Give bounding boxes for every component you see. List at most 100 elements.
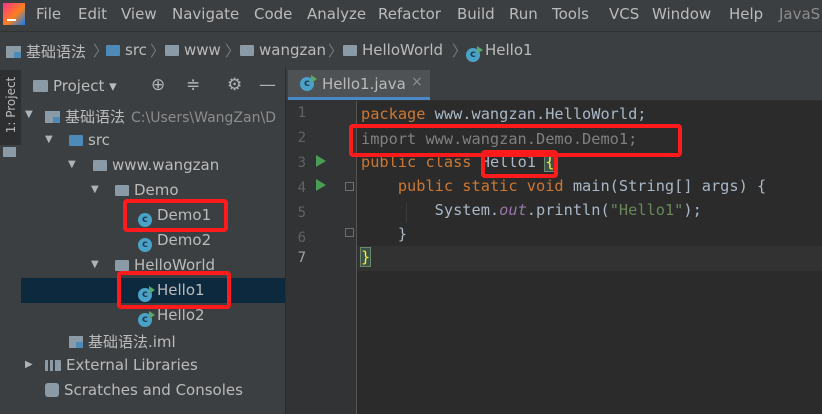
project-view-selector[interactable]: Project ▾	[33, 77, 117, 95]
chevron-right-icon: 〉	[225, 42, 241, 60]
code-text: );	[683, 201, 702, 219]
menu-tools[interactable]: Tools	[552, 5, 589, 23]
locate-file-icon[interactable]: ⊕	[151, 75, 165, 95]
tree-item-label: Demo	[134, 181, 179, 199]
current-line-highlight	[357, 246, 822, 271]
breadcrumb-label: wangzan	[259, 41, 327, 59]
chevron-down-icon: ▾	[109, 77, 117, 95]
tab-label: Hello1.java	[322, 75, 406, 93]
menu-help[interactable]: Help	[729, 5, 763, 23]
tree-item-content: Demo	[115, 181, 179, 199]
project-tool-window-tab[interactable]: 1: Project	[0, 70, 21, 145]
tree-item-label: 基础语法.iml	[88, 333, 176, 351]
tree-item-content: Scratches and Consoles	[45, 381, 243, 399]
expanded-arrow-icon[interactable]: ▼	[25, 109, 33, 120]
libraries-icon	[45, 360, 61, 371]
module-icon	[6, 46, 21, 58]
breadcrumb-item-hello1[interactable]: c Hello1	[466, 41, 533, 62]
source-folder-icon	[69, 135, 83, 146]
tree-item-scratches[interactable]: Scratches and Consoles	[21, 378, 285, 403]
close-icon[interactable]: ×	[411, 74, 423, 90]
window-title-overflow: JavaS	[779, 5, 821, 23]
collapse-all-icon[interactable]: ≑	[186, 75, 200, 95]
line-number: 2	[297, 130, 306, 146]
expanded-arrow-icon[interactable]: ▼	[91, 184, 99, 195]
menu-bar: File Edit View Navigate Code Analyze Ref…	[0, 0, 822, 31]
code-line-5: System.out.println("Hello1");	[361, 201, 702, 219]
line-number: 4	[297, 180, 306, 196]
menu-build[interactable]: Build	[457, 5, 495, 23]
annotation-box-demo1	[123, 199, 228, 232]
tab-hello1-java[interactable]: c Hello1.java ×	[288, 70, 430, 100]
tree-item-external-libraries[interactable]: ▶ External Libraries	[21, 353, 285, 378]
line-number: 5	[297, 205, 306, 221]
menu-file[interactable]: File	[36, 5, 61, 23]
run-class-icon[interactable]	[316, 155, 326, 167]
tree-item-content: c Hello2	[138, 306, 205, 327]
menu-navigate[interactable]: Navigate	[172, 5, 239, 23]
menu-view[interactable]: View	[121, 5, 157, 23]
breadcrumb-item-www[interactable]: www	[165, 41, 221, 59]
tree-item-iml[interactable]: 基础语法.iml	[21, 328, 285, 353]
module-icon	[45, 111, 60, 123]
scratches-icon	[45, 383, 59, 397]
collapsed-arrow-icon[interactable]: ▶	[25, 359, 33, 370]
hide-panel-icon[interactable]: —	[259, 75, 276, 95]
tree-item-label: Scratches and Consoles	[64, 381, 243, 399]
tree-item-module[interactable]: ▼ 基础语法 C:\Users\WangZan\D	[21, 103, 285, 128]
expanded-arrow-icon[interactable]: ▼	[68, 159, 76, 170]
keyword: public static void	[397, 177, 564, 195]
line-number: 3	[297, 155, 306, 171]
tree-item-www-wangzan[interactable]: ▼ www.wangzan	[21, 153, 285, 178]
module-path: C:\Users\WangZan\D	[131, 110, 276, 126]
code-text: .println(	[526, 201, 610, 219]
class-icon: c	[138, 238, 152, 252]
breadcrumb-label: HelloWorld	[362, 41, 444, 59]
project-tab-label: 1: Project	[4, 76, 18, 134]
gear-icon[interactable]: ⚙	[227, 75, 242, 95]
package-icon	[240, 45, 254, 56]
project-panel-header: Project ▾ ⊕ ≑ ⚙ —	[21, 70, 285, 102]
project-title: Project	[53, 77, 105, 95]
tree-item-content: 基础语法 C:\Users\WangZan\D	[45, 106, 276, 127]
line-number: 7	[297, 250, 306, 266]
chevron-right-icon: 〉	[452, 42, 468, 60]
tree-item-content: c Demo2	[138, 231, 211, 252]
tree-item-src[interactable]: ▼ src	[21, 128, 285, 153]
menu-refactor[interactable]: Refactor	[378, 5, 441, 23]
string-literal: "Hello1"	[609, 201, 684, 219]
menu-vcs[interactable]: VCS	[609, 5, 639, 23]
tree-item-label: External Libraries	[66, 356, 198, 374]
tree-item-label: www.wangzan	[112, 156, 220, 174]
menu-code[interactable]: Code	[254, 5, 292, 23]
package-icon	[115, 260, 129, 271]
chevron-right-icon: 〉	[150, 42, 166, 60]
tree-item-content: www.wangzan	[93, 156, 219, 174]
menu-analyze[interactable]: Analyze	[307, 5, 366, 23]
breadcrumb-item-helloworld[interactable]: HelloWorld	[343, 41, 443, 59]
breadcrumb-item-wangzan[interactable]: wangzan	[240, 41, 326, 59]
breadcrumb-item-src[interactable]: src	[106, 41, 147, 59]
expanded-arrow-icon[interactable]: ▼	[45, 134, 53, 145]
line-number: 6	[297, 230, 306, 246]
annotation-box-hello1-class	[481, 150, 558, 178]
fold-icon[interactable]	[345, 182, 354, 191]
menu-window[interactable]: Window	[652, 5, 711, 23]
package-icon	[115, 185, 129, 196]
menu-run[interactable]: Run	[509, 5, 538, 23]
code-line-1: package www.wangzan.HelloWorld;	[361, 105, 647, 123]
structure-icon[interactable]	[3, 147, 16, 157]
fold-icon[interactable]	[345, 228, 354, 237]
menu-edit[interactable]: Edit	[78, 5, 107, 23]
method-signature: main(String[] args) {	[563, 177, 767, 195]
package-icon	[343, 45, 357, 56]
expanded-arrow-icon[interactable]: ▼	[91, 259, 99, 270]
line-number: 1	[297, 105, 306, 121]
keyword: package	[361, 105, 426, 123]
run-main-icon[interactable]	[316, 179, 326, 191]
code-text: System.	[361, 201, 500, 219]
tree-item-label: src	[88, 131, 110, 149]
project-icon	[33, 80, 48, 92]
breadcrumb-item-module[interactable]: 基础语法	[6, 41, 86, 62]
